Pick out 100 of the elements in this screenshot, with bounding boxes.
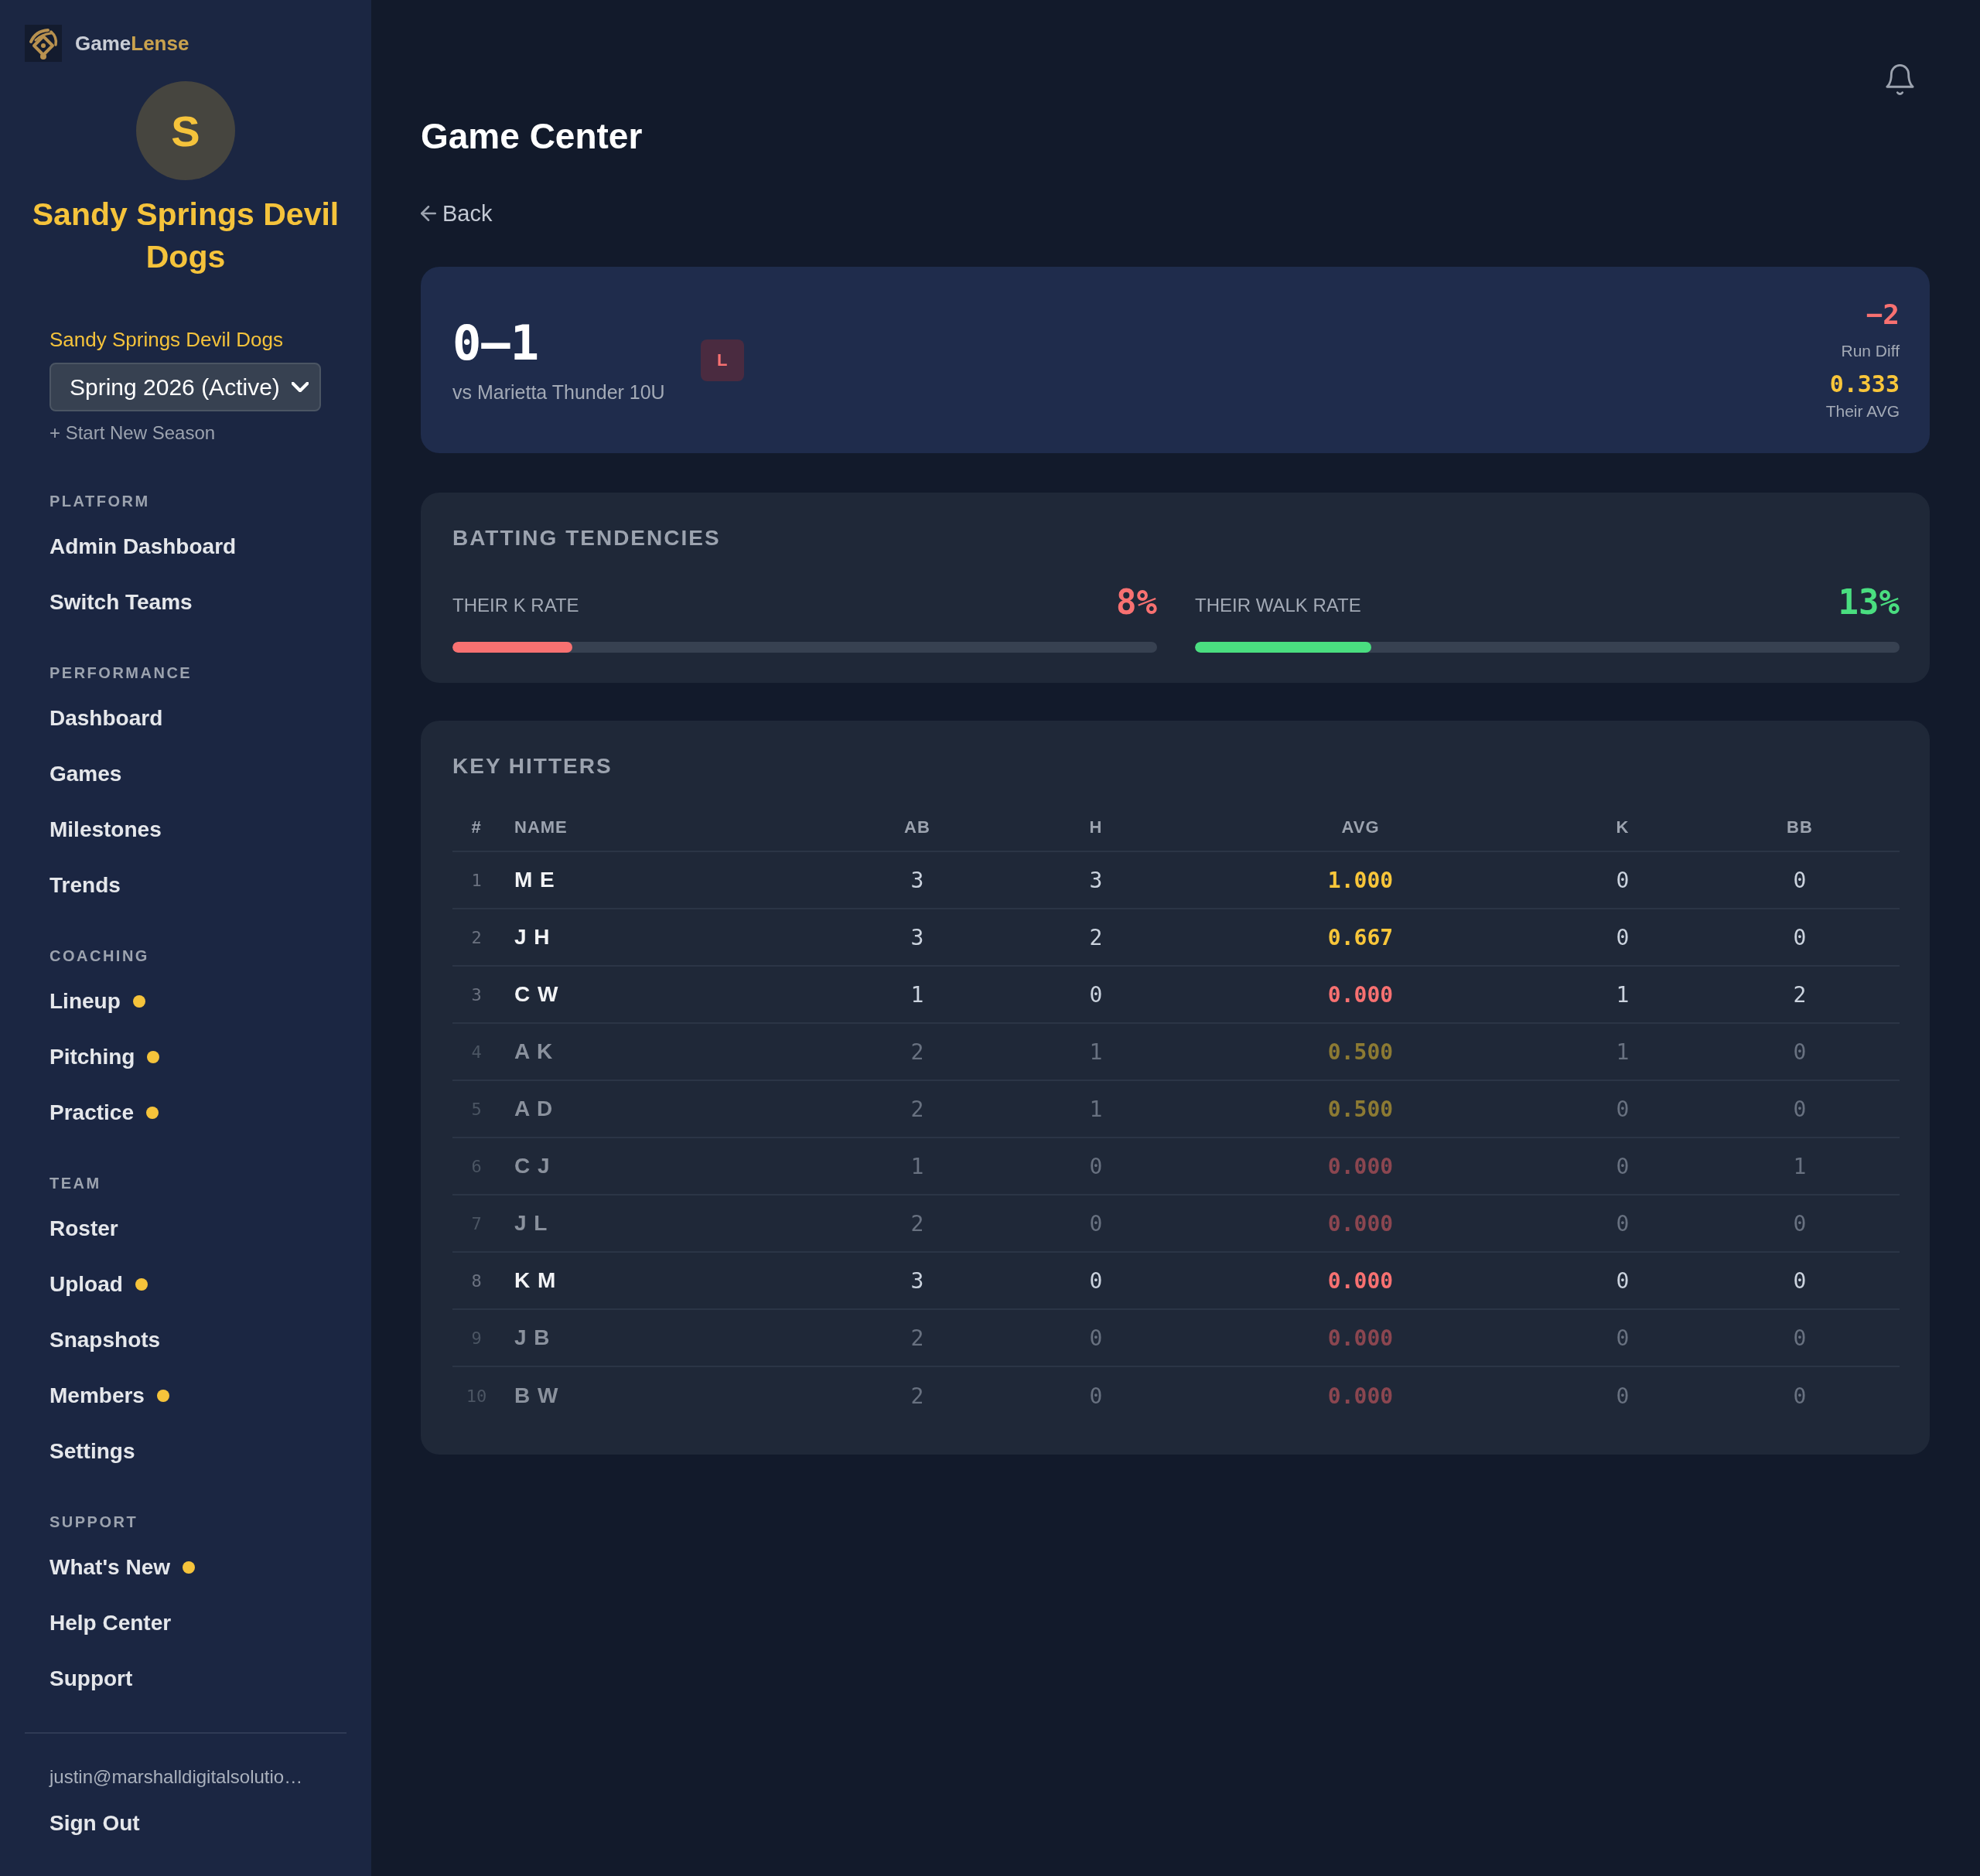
chevron-down-icon	[292, 382, 309, 392]
result-badge: L	[700, 339, 744, 381]
column-header: AB	[904, 817, 930, 837]
table-cell: 3	[910, 1267, 924, 1294]
batting-average: 0.000	[1327, 1383, 1394, 1409]
table-cell: 0	[1089, 981, 1103, 1008]
page-title: Game Center	[421, 115, 643, 158]
metric-value: 8%	[1116, 582, 1157, 622]
run-diff-value: −2	[1866, 298, 1900, 332]
batting-average: 1.000	[1327, 867, 1394, 893]
table-cell: 2	[910, 1325, 924, 1351]
nav-section-label: PERFORMANCE	[50, 663, 193, 682]
nav-item[interactable]: Upload	[50, 1270, 148, 1299]
nav-item[interactable]: Members	[50, 1381, 169, 1410]
user-email: justin@marshalldigitalsolutio…	[50, 1765, 303, 1789]
nav-item[interactable]: Milestones	[50, 815, 162, 844]
column-header: K	[1616, 817, 1630, 837]
table-cell: 0	[1793, 1210, 1807, 1236]
table-cell: 0	[1616, 924, 1630, 950]
new-season-link[interactable]: + Start New Season	[50, 421, 216, 445]
card-title: BATTING TENDENCIES	[452, 525, 721, 551]
table-cell: 2	[1793, 981, 1807, 1008]
table-cell: 0	[1616, 1096, 1630, 1122]
batting-average: 0.000	[1327, 1267, 1394, 1294]
table-cell: 1	[1616, 1039, 1630, 1065]
table-cell: 0	[1793, 924, 1807, 950]
nav-item[interactable]: Switch Teams	[50, 588, 193, 617]
season-select[interactable]: Spring 2026 (Active)	[50, 363, 321, 411]
player-name: A K	[514, 1039, 554, 1064]
nav-item[interactable]: Games	[50, 759, 122, 789]
player-name: C J	[514, 1154, 551, 1178]
table-cell: 0	[1616, 867, 1630, 893]
nav-item[interactable]: Roster	[50, 1214, 118, 1243]
player-name: K M	[514, 1268, 557, 1293]
table-cell: 1	[910, 981, 924, 1008]
table-cell: 0	[1793, 867, 1807, 893]
table-cell: 0	[1089, 1325, 1103, 1351]
nav-item[interactable]: Lineup	[50, 987, 145, 1016]
table-cell: 3	[910, 867, 924, 893]
table-cell: 0	[1616, 1267, 1630, 1294]
nav-item[interactable]: Help Center	[50, 1608, 172, 1638]
table-cell: 2	[910, 1383, 924, 1409]
player-name: C W	[514, 982, 559, 1007]
avatar: S	[136, 81, 235, 180]
table-cell: 1	[1089, 1096, 1103, 1122]
table-cell: 0	[1089, 1383, 1103, 1409]
batting-average: 0.000	[1327, 1153, 1394, 1179]
table-cell: 3	[910, 924, 924, 950]
column-header: #	[471, 817, 482, 837]
back-link[interactable]: Back	[421, 200, 493, 227]
table-cell: 0	[1616, 1210, 1630, 1236]
column-header: AVG	[1341, 817, 1380, 837]
their-avg-value: 0.333	[1829, 370, 1900, 398]
player-name: A D	[514, 1097, 554, 1121]
nav-item[interactable]: Admin Dashboard	[50, 532, 237, 561]
table-cell: 0	[1793, 1325, 1807, 1351]
nav-item[interactable]: Trends	[50, 871, 121, 900]
table-cell: 2	[910, 1096, 924, 1122]
metric-label: THEIR K RATE	[452, 594, 579, 617]
row-number: 1	[471, 870, 482, 890]
table-cell: 0	[1616, 1383, 1630, 1409]
row-number: 3	[471, 984, 482, 1005]
nav-item[interactable]: What's New	[50, 1553, 195, 1582]
card-title: KEY HITTERS	[452, 753, 613, 779]
nav-item[interactable]: Practice	[50, 1098, 159, 1127]
player-name: J H	[514, 925, 551, 950]
table-cell: 0	[1793, 1267, 1807, 1294]
nav-item[interactable]: Pitching	[50, 1042, 160, 1072]
player-name: J B	[514, 1325, 551, 1350]
batting-average: 0.500	[1327, 1039, 1394, 1065]
nav-item[interactable]: Support	[50, 1664, 133, 1694]
column-header: NAME	[514, 817, 568, 837]
table-cell: 0	[1616, 1325, 1630, 1351]
sign-out-link[interactable]: Sign Out	[50, 1809, 140, 1838]
table-cell: 2	[910, 1039, 924, 1065]
team-name: Sandy Springs Devil Dogs	[31, 196, 340, 276]
table-cell: 2	[910, 1210, 924, 1236]
row-number: 8	[471, 1271, 482, 1291]
nav-section-label: SUPPORT	[50, 1513, 138, 1531]
table-cell: 0	[1793, 1039, 1807, 1065]
column-header: H	[1089, 817, 1103, 837]
table-cell: 1	[1793, 1153, 1807, 1179]
table-cell: 0	[1616, 1153, 1630, 1179]
row-number: 2	[471, 927, 482, 947]
run-diff-label: Run Diff	[1841, 341, 1900, 361]
diamond-logo-icon	[25, 25, 62, 62]
player-name: B W	[514, 1383, 559, 1408]
notification-bell-icon[interactable]	[1886, 64, 1914, 95]
nav-item[interactable]: Snapshots	[50, 1325, 161, 1355]
batting-average: 0.500	[1327, 1096, 1394, 1122]
table-cell: 0	[1793, 1096, 1807, 1122]
player-name: M E	[514, 868, 555, 892]
brand-name: GameLense	[75, 31, 189, 56]
metric-value: 13%	[1838, 582, 1900, 622]
table-cell: 1	[910, 1153, 924, 1179]
batting-average: 0.000	[1327, 1210, 1394, 1236]
nav-item[interactable]: Settings	[50, 1437, 135, 1466]
column-header: BB	[1787, 817, 1813, 837]
team-label: Sandy Springs Devil Dogs	[50, 327, 284, 352]
nav-item[interactable]: Dashboard	[50, 704, 163, 733]
